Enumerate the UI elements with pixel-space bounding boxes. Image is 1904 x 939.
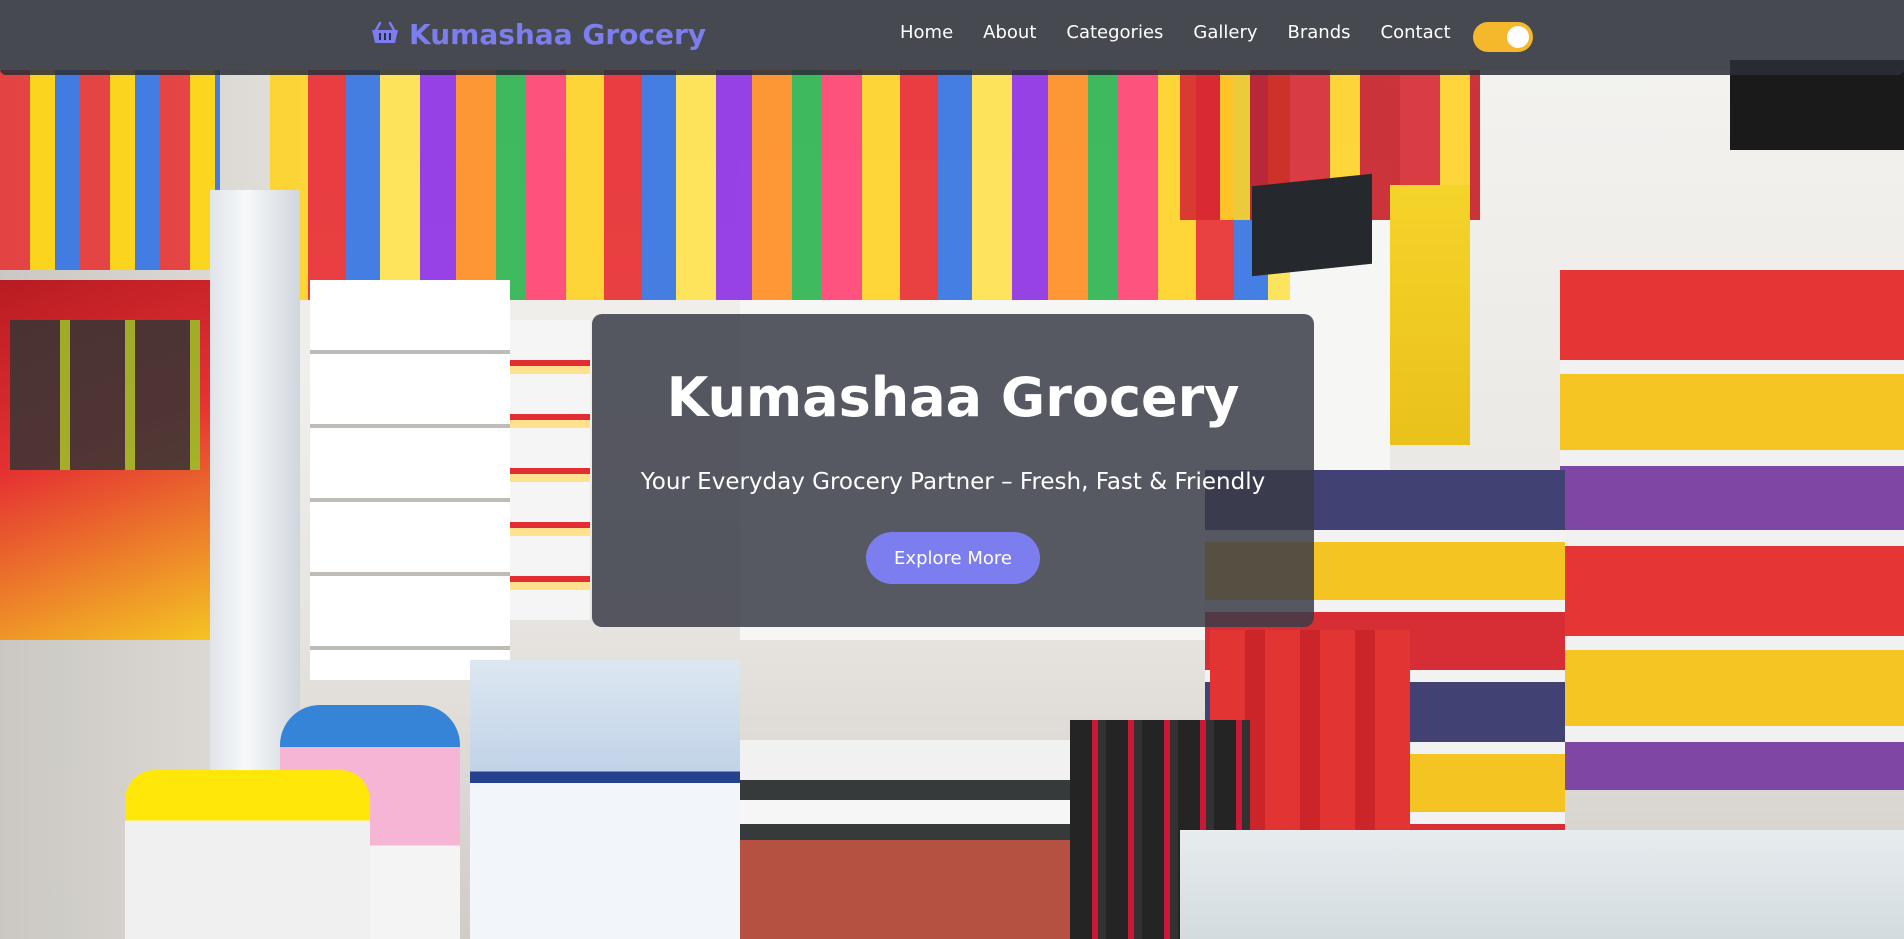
brand-name: Kumashaa Grocery <box>409 18 707 51</box>
toggle-knob <box>1507 26 1529 48</box>
hero-card: Kumashaa Grocery Your Everyday Grocery P… <box>592 314 1314 627</box>
nav-link-categories[interactable]: Categories <box>1066 22 1163 43</box>
nav-link-gallery[interactable]: Gallery <box>1193 22 1257 43</box>
nav-link-home[interactable]: Home <box>900 22 953 43</box>
nav-link-brands[interactable]: Brands <box>1288 22 1351 43</box>
brand-logo[interactable]: Kumashaa Grocery <box>371 18 706 51</box>
navbar: Kumashaa Grocery Home About Categories G… <box>0 0 1904 75</box>
explore-more-button[interactable]: Explore More <box>866 532 1040 584</box>
hero-title: Kumashaa Grocery <box>666 366 1240 429</box>
nav-link-about[interactable]: About <box>983 22 1036 43</box>
shopping-basket-icon <box>371 18 399 51</box>
nav-link-contact[interactable]: Contact <box>1381 22 1451 43</box>
hero-subtitle: Your Everyday Grocery Partner – Fresh, F… <box>640 469 1266 495</box>
theme-toggle[interactable] <box>1473 22 1533 52</box>
nav-links: Home About Categories Gallery Brands Con… <box>900 22 1481 43</box>
